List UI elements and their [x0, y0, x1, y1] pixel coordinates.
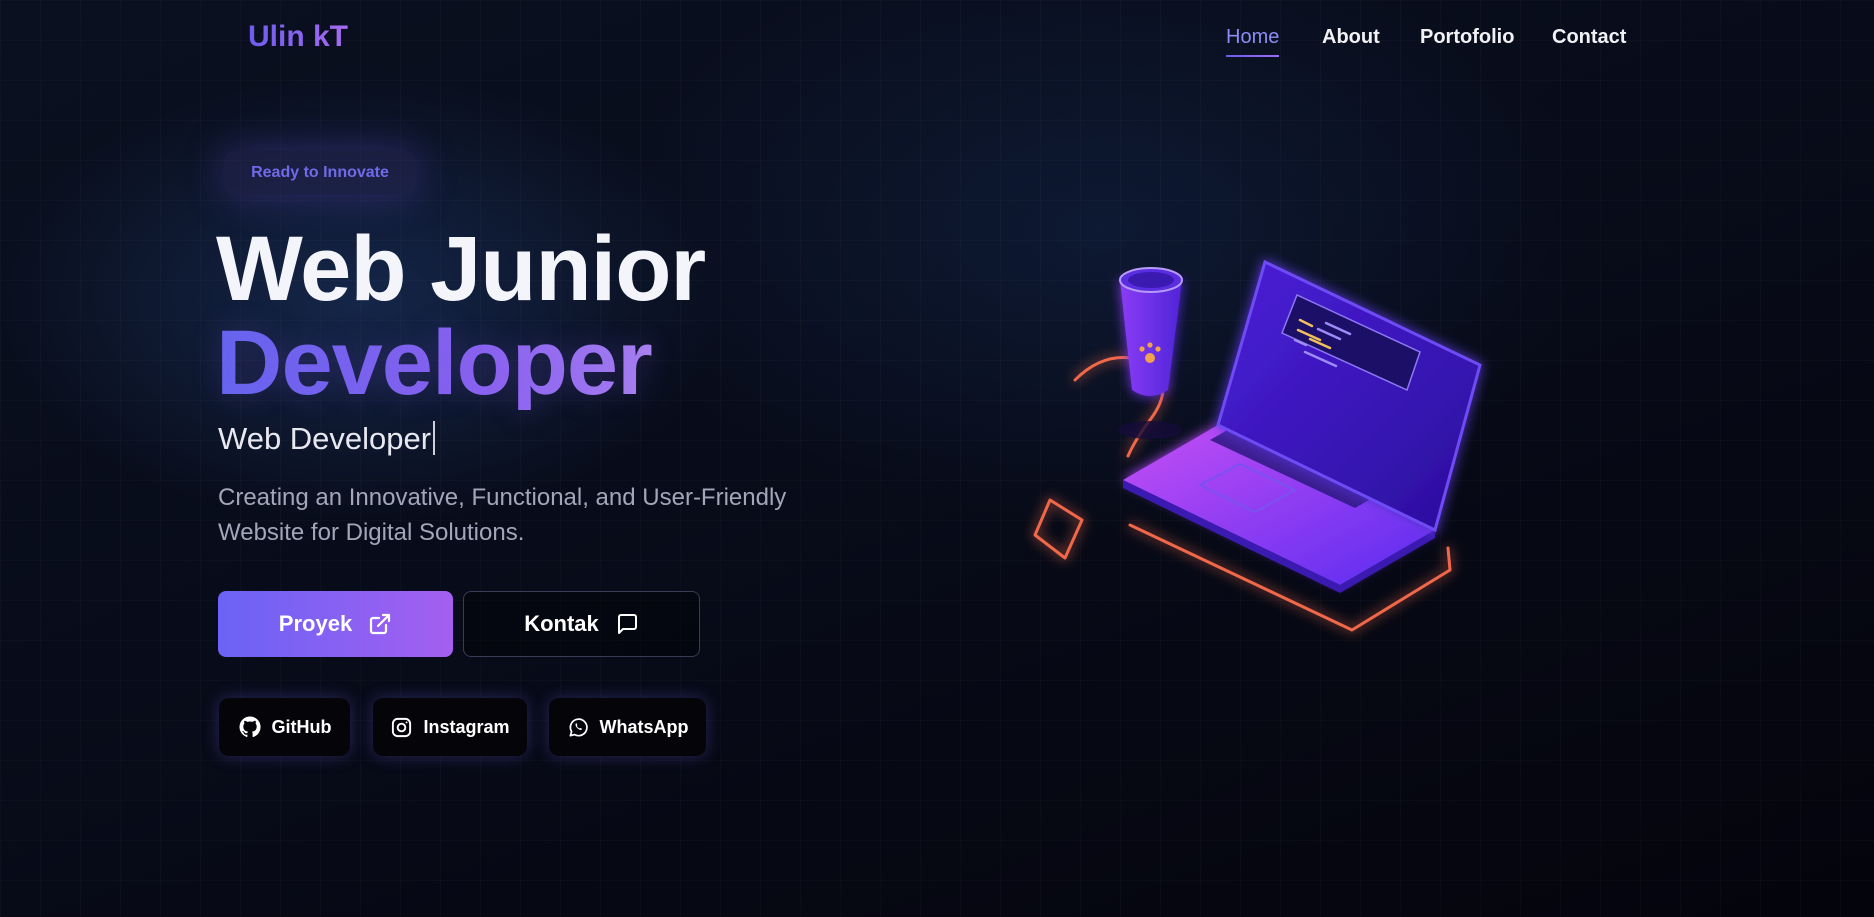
hero-description-line1: Creating an Innovative, Functional, and …: [218, 484, 787, 511]
instagram-label: Instagram: [423, 716, 510, 737]
hero-title-line2: Developer: [216, 316, 705, 410]
github-label: GitHub: [271, 716, 332, 737]
hero-description-line2: Website for Digital Solutions.: [218, 519, 525, 546]
projects-button-label: Proyek: [278, 611, 353, 636]
instagram-icon: [390, 716, 413, 739]
hero-title-line1: Web Junior: [216, 218, 706, 320]
nav-link-portfolio[interactable]: Portofolio: [1420, 26, 1514, 49]
hero-title: Web Junior Developer: [216, 218, 706, 410]
nav-link-about[interactable]: About: [1322, 26, 1380, 49]
external-link-icon: [368, 612, 392, 636]
hero-description: Creating an Innovative, Functional, and …: [218, 480, 858, 550]
status-badge: Ready to Innovate: [224, 151, 416, 195]
contact-button-label: Kontak: [524, 611, 599, 636]
nav-link-home[interactable]: Home: [1226, 26, 1280, 57]
whatsapp-label: WhatsApp: [599, 716, 689, 737]
nav-link-contact[interactable]: Contact: [1552, 26, 1626, 49]
whatsapp-link[interactable]: WhatsApp: [549, 698, 706, 756]
message-icon: [615, 612, 639, 636]
github-icon: [238, 715, 262, 739]
projects-button[interactable]: Proyek: [218, 591, 453, 657]
typed-subtitle: Web Developer: [218, 421, 436, 457]
laptop-coffee-illustration: [1033, 259, 1482, 632]
typing-caret: [433, 421, 436, 455]
main-nav: Home About Portofolio Contact: [0, 26, 1874, 66]
instagram-link[interactable]: Instagram: [373, 698, 527, 756]
whatsapp-icon: [567, 716, 590, 739]
github-link[interactable]: GitHub: [219, 698, 350, 756]
contact-button[interactable]: Kontak: [463, 591, 700, 657]
typed-subtitle-text: Web Developer: [218, 421, 432, 456]
background-grid: [0, 0, 1874, 917]
